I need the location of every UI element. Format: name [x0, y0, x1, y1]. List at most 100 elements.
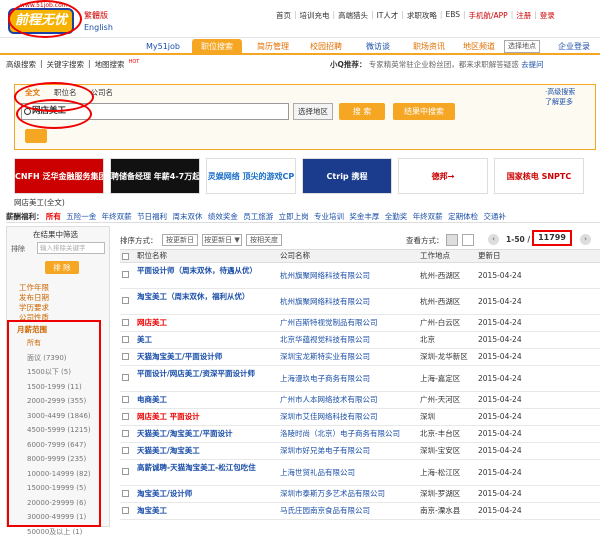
home-link[interactable]: 首页	[276, 10, 291, 24]
row-checkbox[interactable]	[122, 430, 129, 437]
prev-page-icon[interactable]: ‹	[488, 234, 499, 245]
company-link[interactable]: 深圳市泰斯万多艺术品有限公司	[280, 489, 385, 499]
job-title-link[interactable]: 淘宝美工	[137, 506, 167, 516]
location-select[interactable]: 选择地点	[504, 40, 540, 53]
list-view-icon[interactable]	[446, 234, 458, 246]
grid-view-icon[interactable]	[462, 234, 474, 246]
benefit-item[interactable]: 定期体检	[448, 212, 478, 221]
search-in-results-button[interactable]: 结果中搜索	[393, 103, 455, 120]
row-checkbox[interactable]	[122, 447, 129, 454]
exclude-input[interactable]: 输入排除关键字	[37, 242, 105, 254]
benefit-item[interactable]: 节日福利	[137, 212, 167, 221]
salary-option[interactable]: 2000-2999 (355)	[27, 394, 91, 409]
salary-option[interactable]: 面议 (7390)	[27, 351, 91, 366]
row-checkbox[interactable]	[122, 468, 129, 475]
job-title-link[interactable]: 美工	[137, 335, 152, 345]
salary-option[interactable]: 所有	[27, 336, 91, 351]
sort-by-relevance-button[interactable]: 按相关度	[246, 234, 282, 246]
job-title-link[interactable]: 淘宝美工/设计师	[137, 489, 192, 499]
benefit-item[interactable]: 周末双休	[172, 212, 202, 221]
benefit-item[interactable]: 员工旅游	[243, 212, 273, 221]
ad-banner-5[interactable]: 德邦→	[398, 158, 488, 194]
benefit-item[interactable]: 立即上岗	[279, 212, 309, 221]
row-checkbox[interactable]	[122, 336, 129, 343]
job-title-link[interactable]: 高薪诚聘-天猫淘宝美工-松江包吃住	[137, 463, 267, 473]
ad-banner-4[interactable]: Ctrip 携程	[302, 158, 392, 194]
ebs-link[interactable]: EBS	[445, 10, 460, 24]
ad-banner-6[interactable]: 国家核电 SNPTC	[494, 158, 584, 194]
company-link[interactable]: 北京华蕴视觉科技有限公司	[280, 335, 370, 345]
search-button[interactable]: 搜 索	[339, 103, 385, 120]
salary-option[interactable]: 10000-14999 (82)	[27, 467, 91, 482]
nav-interview[interactable]: 微访谈	[358, 39, 398, 55]
nav-resume[interactable]: 简历管理	[250, 39, 296, 55]
row-checkbox[interactable]	[122, 413, 129, 420]
select-all-checkbox[interactable]	[122, 253, 129, 260]
advanced-search-right-link[interactable]: ·高级搜索	[545, 87, 575, 97]
sort-by-update-button[interactable]: 按更新日	[162, 234, 198, 246]
guide-link[interactable]: 求职攻略	[407, 10, 437, 24]
nav-job-search[interactable]: 职位搜索	[192, 39, 242, 55]
salary-heading[interactable]: 月薪范围	[17, 324, 47, 335]
nav-news[interactable]: 职场资讯	[406, 39, 452, 55]
expand-toggle[interactable]	[25, 129, 47, 143]
company-link[interactable]: 深圳市好兄弟电子有限公司	[280, 446, 370, 456]
job-title-link[interactable]: 电商美工	[137, 395, 167, 405]
benefit-item[interactable]: 绩效奖金	[208, 212, 238, 221]
benefit-item[interactable]: 全勤奖	[385, 212, 408, 221]
salary-option[interactable]: 4500-5999 (1215)	[27, 423, 91, 438]
job-title-link[interactable]: 淘宝美工（周末双休，福利从优）	[137, 292, 267, 302]
benefit-item[interactable]: 交通补	[483, 212, 506, 221]
ad-banner-2[interactable]: 聘储备经理 年薪4-7万起	[110, 158, 200, 194]
map-search-link[interactable]: 地图搜索	[95, 59, 125, 70]
benefit-item[interactable]: 五险一金	[66, 212, 96, 221]
sort-by-date-button[interactable]: 按更新日 ▼	[202, 234, 242, 246]
job-title-link[interactable]: 平面设计/网店美工/资深平面设计师	[137, 369, 267, 379]
keyword-search-link[interactable]: 关键字搜索	[47, 59, 85, 70]
company-link[interactable]: 广州市人本网络技术有限公司	[280, 395, 378, 405]
salary-option[interactable]: 15000-19999 (5)	[27, 481, 91, 496]
exclude-button[interactable]: 排 除	[45, 261, 79, 274]
nav-company-login[interactable]: 企业登录	[552, 39, 596, 55]
it-link[interactable]: IT人才	[377, 10, 399, 24]
nav-my51job[interactable]: My51job	[138, 39, 188, 55]
advanced-search-link[interactable]: 高级搜索	[6, 59, 36, 70]
ask-link[interactable]: 去提问	[521, 60, 544, 69]
headhunter-link[interactable]: 高端猎头	[338, 10, 368, 24]
salary-option[interactable]: 1500以下 (5)	[27, 365, 91, 380]
training-link[interactable]: 培训充电	[300, 10, 330, 24]
select-region-button[interactable]: 选择地区	[293, 103, 333, 120]
job-title-link[interactable]: 天猫美工/淘宝美工/平面设计	[137, 429, 232, 439]
ad-banner-3[interactable]: 灵娱网络 顶尖的游戏CP	[206, 158, 296, 194]
learn-more-link[interactable]: 了解更多	[545, 97, 573, 107]
benefit-item[interactable]: 奖金丰厚	[349, 212, 379, 221]
salary-option[interactable]: 30000-49999 (1)	[27, 510, 91, 525]
job-title-link[interactable]: 平面设计师（周末双休，待遇从优）	[137, 266, 267, 276]
job-title-link[interactable]: 天猫美工/淘宝美工	[137, 446, 200, 456]
register-link[interactable]: 注册	[516, 10, 531, 24]
salary-option[interactable]: 1500-1999 (11)	[27, 380, 91, 395]
row-checkbox[interactable]	[122, 353, 129, 360]
company-link[interactable]: 广州百斯特视觉制品有限公司	[280, 318, 378, 328]
benefit-item[interactable]: 年终双薪	[413, 212, 443, 221]
job-title-link[interactable]: 网店美工	[137, 318, 167, 328]
company-link[interactable]: 深圳宝龙斯特实业有限公司	[280, 352, 370, 362]
company-link[interactable]: 马氏庄园南京食品有限公司	[280, 506, 370, 516]
nav-campus[interactable]: 校园招聘	[304, 39, 348, 55]
ad-banner-1[interactable]: CNFH 泛华金融服务集团	[14, 158, 104, 194]
nav-region[interactable]: 地区频道	[456, 39, 502, 55]
benefit-all[interactable]: 所有	[46, 212, 61, 221]
company-link[interactable]: 洛陵时尚（北京）电子商务有限公司	[280, 429, 400, 439]
row-checkbox[interactable]	[122, 297, 129, 304]
salary-option[interactable]: 20000-29999 (6)	[27, 496, 91, 511]
lang-english-link[interactable]: English	[84, 23, 113, 32]
next-page-icon[interactable]: ›	[580, 234, 591, 245]
benefit-item[interactable]: 专业培训	[314, 212, 344, 221]
filter-post-date[interactable]: 发布日期	[19, 293, 49, 303]
company-link[interactable]: 深圳市艾佳网络科技有限公司	[280, 412, 378, 422]
row-checkbox[interactable]	[122, 507, 129, 514]
company-link[interactable]: 上海漫玖电子商务有限公司	[280, 374, 370, 384]
filter-education[interactable]: 学历要求	[19, 303, 49, 313]
company-link[interactable]: 杭州旗聚网络科技有限公司	[280, 271, 370, 281]
salary-option[interactable]: 6000-7999 (647)	[27, 438, 91, 453]
